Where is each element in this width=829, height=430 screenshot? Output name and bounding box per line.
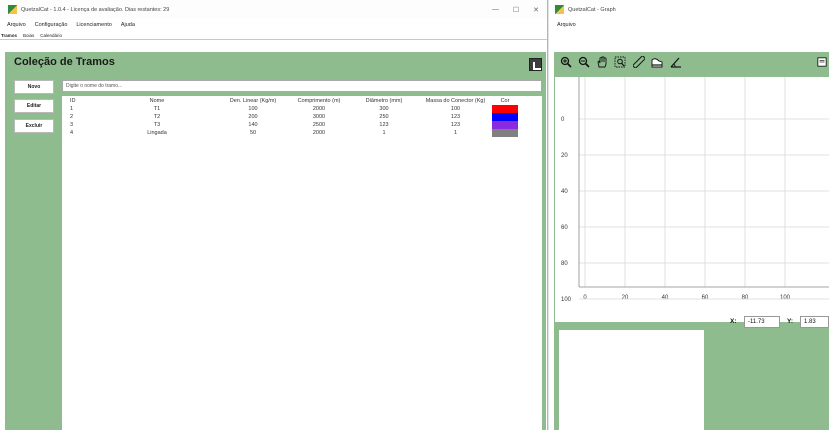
cell-mass: 123 — [450, 122, 461, 128]
y-tick-label: 40 — [561, 189, 568, 195]
y-tick-label: 80 — [561, 261, 568, 267]
cell-length: 2000 — [312, 106, 326, 112]
y-tick-label: 60 — [561, 225, 568, 231]
table-row[interactable]: 2 T2 200 3000 250 123 — [62, 113, 518, 121]
y-tick-label: 100 — [561, 297, 572, 303]
x-tick-label: 80 — [742, 295, 749, 301]
graph-title-bar: QuetzalCat - Graph — [549, 0, 829, 19]
cell-id: 2 — [70, 114, 74, 120]
col-header-diameter[interactable]: Diâmetro (mm) — [349, 96, 419, 105]
delete-button[interactable]: Excluir — [14, 119, 54, 133]
zoom-in-icon[interactable] — [560, 56, 572, 68]
profile-icon[interactable] — [651, 56, 663, 68]
color-swatch[interactable] — [492, 113, 518, 121]
menu-ajuda[interactable]: Ajuda — [121, 22, 135, 28]
angle-icon[interactable] — [670, 56, 682, 68]
tab-boias[interactable]: Boias — [23, 33, 34, 38]
tab-tramos[interactable]: Tramos — [1, 33, 17, 38]
y-coord-label: Y: — [787, 318, 794, 325]
cell-density: 50 — [249, 130, 257, 136]
app-logo-icon — [8, 5, 17, 14]
graph-plot-area[interactable]: 0 20 40 60 80 100 0 20 40 60 80 100 — [555, 77, 829, 322]
tramos-panel: Coleção de Tramos Novo Editar Excluir Di… — [5, 52, 546, 430]
search-input[interactable]: Digite o nome do tramo... — [62, 80, 542, 92]
expand-panel-icon[interactable] — [529, 58, 542, 71]
maximize-button[interactable]: ☐ — [513, 6, 519, 14]
cell-id: 4 — [70, 130, 74, 136]
main-menu-bar: Arquivo Configuração Licenciamento Ajuda — [0, 19, 547, 31]
tab-calendario[interactable]: Calendário — [40, 33, 62, 38]
graph-toolbar — [554, 52, 829, 73]
graph-window-title: QuetzalCat - Graph — [568, 6, 616, 13]
main-title-bar: QuetzalCat - 1.0.4 - Licença de avaliaçã… — [0, 0, 547, 19]
col-header-density[interactable]: Den. Linear (Kg/m) — [217, 96, 289, 105]
y-tick-label: 0 — [561, 117, 565, 123]
graph-menu-arquivo[interactable]: Arquivo — [557, 22, 576, 28]
x-coord-label: X: — [730, 318, 737, 325]
x-tick-label: 100 — [780, 295, 791, 301]
zoom-region-icon[interactable] — [614, 56, 626, 68]
col-header-color[interactable]: Cor — [492, 96, 518, 105]
table-row[interactable]: 3 T3 140 2500 123 123 — [62, 121, 518, 129]
edit-button[interactable]: Editar — [14, 99, 54, 113]
color-swatch[interactable] — [492, 129, 518, 137]
graph-preview-area — [559, 330, 704, 430]
main-window-title: QuetzalCat - 1.0.4 - Licença de avaliaçã… — [21, 6, 170, 13]
graph-menu-bar: Arquivo — [549, 19, 829, 31]
cell-diameter: 123 — [379, 122, 389, 128]
page-title: Coleção de Tramos — [14, 56, 115, 68]
x-tick-label: 60 — [702, 295, 709, 301]
cell-length: 2500 — [312, 122, 326, 128]
cell-length: 3000 — [312, 114, 326, 120]
cell-name: T3 — [153, 122, 161, 128]
pan-hand-icon[interactable] — [596, 56, 608, 68]
menu-configuracao[interactable]: Configuração — [35, 22, 68, 28]
cell-id: 1 — [70, 106, 74, 112]
table-row[interactable]: 4 Lingada 50 2000 1 1 — [62, 129, 518, 137]
x-tick-label: 20 — [622, 295, 629, 301]
cell-diameter: 300 — [379, 106, 389, 112]
cell-density: 140 — [248, 122, 258, 128]
cell-diameter: 250 — [379, 114, 389, 120]
menu-licenciamento[interactable]: Licenciamento — [76, 22, 111, 28]
y-tick-label: 20 — [561, 153, 568, 159]
tramos-table-area: ID Nome Den. Linear (Kg/m) Comprimento (… — [62, 96, 542, 430]
cell-name: T2 — [153, 114, 161, 120]
minimize-button[interactable]: — — [492, 6, 499, 14]
cell-id: 3 — [70, 122, 74, 128]
menu-arquivo[interactable]: Arquivo — [7, 22, 26, 28]
x-tick-label: 0 — [583, 295, 587, 301]
x-tick-label: 40 — [662, 295, 669, 301]
cell-density: 100 — [248, 106, 258, 112]
color-swatch[interactable] — [492, 121, 518, 129]
col-header-nome[interactable]: Nome — [97, 96, 217, 105]
cell-name: T1 — [153, 106, 161, 112]
main-window: QuetzalCat - 1.0.4 - Licença de avaliaçã… — [0, 0, 548, 430]
table-row[interactable]: 1 T1 100 2000 300 100 — [62, 105, 518, 113]
cell-name: Lingada — [147, 130, 167, 136]
cell-mass: 100 — [450, 106, 461, 112]
new-button[interactable]: Novo — [14, 80, 54, 94]
export-icon[interactable] — [817, 56, 827, 68]
cell-diameter: 1 — [382, 130, 386, 136]
cell-length: 2000 — [312, 130, 326, 136]
col-header-mass[interactable]: Massa do Conector (Kg) — [419, 96, 492, 105]
x-coord-value: -11.73 — [744, 316, 780, 328]
y-coord-value: 1.83 — [800, 316, 829, 328]
tramos-table: ID Nome Den. Linear (Kg/m) Comprimento (… — [62, 96, 518, 137]
zoom-out-icon[interactable] — [578, 56, 590, 68]
app-logo-icon — [555, 5, 564, 14]
col-header-id[interactable]: ID — [62, 96, 97, 105]
cell-mass: 123 — [450, 114, 461, 120]
graph-panel: 0 20 40 60 80 100 0 20 40 60 80 100 X: -11.73 Y: 1.… — [554, 52, 829, 430]
graph-window: QuetzalCat - Graph Arquivo 0 20 40 60 80 100 0… — [549, 0, 829, 430]
close-button[interactable]: ✕ — [533, 6, 539, 14]
tab-bar: Tramos Boias Calendário — [0, 31, 547, 40]
cell-mass: 1 — [453, 130, 458, 136]
table-header-row: ID Nome Den. Linear (Kg/m) Comprimento (… — [62, 96, 518, 105]
cell-density: 200 — [248, 114, 258, 120]
ruler-icon[interactable] — [633, 56, 645, 68]
color-swatch[interactable] — [492, 105, 518, 113]
col-header-length[interactable]: Comprimento (m) — [289, 96, 349, 105]
